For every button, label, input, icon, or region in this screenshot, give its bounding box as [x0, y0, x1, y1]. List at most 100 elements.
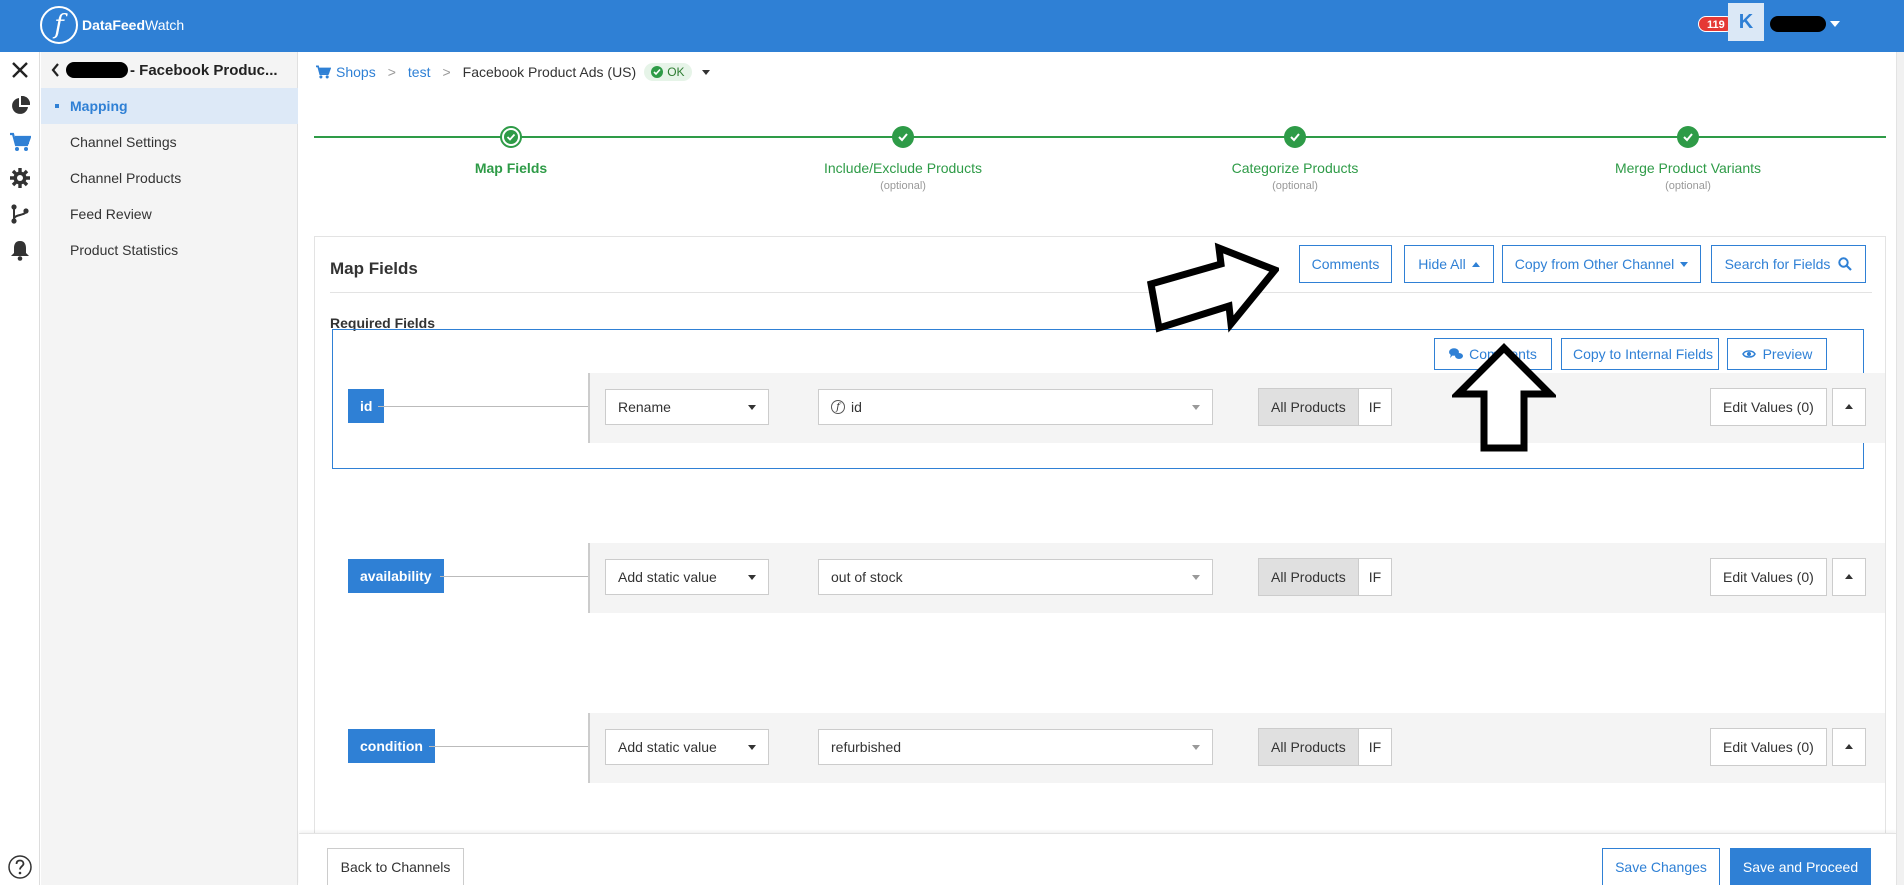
edit-values-button[interactable]: Edit Values (0): [1710, 558, 1827, 596]
sidebar-item-feed-review[interactable]: Feed Review: [41, 196, 298, 232]
method-select[interactable]: Rename: [605, 389, 769, 425]
sidebar-header[interactable]: - Facebook Produc...: [41, 52, 298, 88]
collapse-row-button[interactable]: [1832, 728, 1866, 766]
chevron-right-icon: >: [442, 64, 451, 80]
hide-all-button[interactable]: Hide All: [1404, 245, 1494, 283]
all-products-button[interactable]: All Products: [1258, 388, 1359, 426]
avatar[interactable]: K: [1728, 3, 1764, 41]
check-circle-icon: [651, 66, 664, 78]
edit-values-button[interactable]: Edit Values (0): [1710, 388, 1827, 426]
sidebar-title: - Facebook Produc...: [130, 61, 278, 79]
check-circle-icon: [892, 126, 914, 148]
method-select[interactable]: Add static value: [605, 729, 769, 765]
bottom-action-bar: Back to Channels Save Changes Save and P…: [299, 833, 1896, 885]
value-select[interactable]: out of stock: [818, 559, 1213, 595]
divider: [330, 292, 1872, 293]
cart-icon[interactable]: [8, 130, 32, 154]
caret-down-icon: [1192, 405, 1200, 410]
breadcrumb-shops[interactable]: Shops: [336, 64, 376, 80]
mapping-row: [588, 713, 1885, 783]
sidebar: - Facebook Produc... Mapping Channel Set…: [41, 52, 298, 885]
field-name-condition: condition: [348, 729, 435, 763]
all-products-button[interactable]: All Products: [1258, 558, 1359, 596]
caret-down-icon: [748, 575, 756, 580]
breadcrumb-channel: Facebook Product Ads (US): [462, 64, 637, 80]
check-circle-icon: [1284, 126, 1306, 148]
shop-name-redacted: [66, 62, 128, 78]
top-bar: f DataFeedWatch 119 K: [0, 0, 1904, 52]
all-products-button[interactable]: All Products: [1258, 728, 1359, 766]
step-include-exclude[interactable]: Include/Exclude Products (optional): [753, 126, 1053, 192]
user-menu-caret-icon[interactable]: [1830, 21, 1840, 27]
help-icon[interactable]: [8, 855, 32, 879]
save-and-proceed-button[interactable]: Save and Proceed: [1730, 848, 1871, 885]
back-to-channels-button[interactable]: Back to Channels: [327, 848, 464, 885]
save-changes-button[interactable]: Save Changes: [1602, 848, 1720, 885]
if-button[interactable]: IF: [1358, 558, 1393, 596]
copy-to-internal-button[interactable]: Copy to Internal Fields: [1561, 338, 1719, 370]
logo-mark: f: [40, 6, 78, 44]
value-select[interactable]: f id: [818, 389, 1213, 425]
annotation-arrow-right-icon: [1147, 242, 1279, 333]
collapse-row-button[interactable]: [1832, 558, 1866, 596]
sidebar-item-mapping[interactable]: Mapping: [41, 88, 298, 124]
search-fields-button[interactable]: Search for Fields: [1711, 245, 1866, 283]
caret-down-icon: [1680, 261, 1689, 267]
app-logo[interactable]: f DataFeedWatch: [40, 6, 184, 44]
check-circle-icon: [500, 126, 522, 148]
gear-icon[interactable]: [8, 166, 32, 190]
main-content: Shops > test > Facebook Product Ads (US)…: [299, 52, 1896, 856]
check-circle-icon: [1677, 126, 1699, 148]
eye-icon: [1741, 350, 1756, 358]
scope-toggle[interactable]: All Products IF: [1258, 388, 1393, 426]
chevron-right-icon: >: [387, 64, 396, 80]
status-badge: OK: [644, 63, 692, 81]
close-icon[interactable]: [8, 58, 32, 82]
bell-icon[interactable]: [8, 238, 32, 262]
copy-from-channel-button[interactable]: Copy from Other Channel: [1502, 245, 1701, 283]
page-scrollbar[interactable]: [1896, 52, 1904, 885]
sidebar-item-product-statistics[interactable]: Product Statistics: [41, 232, 298, 268]
breadcrumb: Shops > test > Facebook Product Ads (US)…: [315, 60, 710, 84]
value-select[interactable]: refurbished: [818, 729, 1213, 765]
icon-rail: [0, 52, 40, 885]
branch-icon[interactable]: [8, 202, 32, 226]
panel-title: Map Fields: [330, 259, 418, 278]
preview-button[interactable]: Preview: [1727, 338, 1827, 370]
edit-values-button[interactable]: Edit Values (0): [1710, 728, 1827, 766]
mapping-row: [588, 373, 1885, 443]
brand-name: DataFeedWatch: [82, 17, 185, 33]
user-name-redacted[interactable]: [1770, 16, 1826, 32]
search-icon: [1838, 257, 1853, 271]
step-merge-variants[interactable]: Merge Product Variants (optional): [1538, 126, 1838, 192]
if-button[interactable]: IF: [1358, 388, 1393, 426]
breadcrumb-shop[interactable]: test: [408, 64, 431, 80]
sidebar-item-channel-settings[interactable]: Channel Settings: [41, 124, 298, 160]
mapping-row: [588, 543, 1885, 613]
step-map-fields[interactable]: Map Fields: [361, 126, 661, 180]
cart-icon: [316, 65, 331, 79]
scope-toggle[interactable]: All Products IF: [1258, 728, 1393, 766]
if-button[interactable]: IF: [1358, 728, 1393, 766]
dashboard-pie-icon[interactable]: [8, 94, 32, 118]
scope-toggle[interactable]: All Products IF: [1258, 558, 1393, 596]
caret-down-icon: [748, 745, 756, 750]
annotation-arrow-up-icon: [1452, 343, 1556, 452]
caret-down-icon: [748, 405, 756, 410]
connector-line: [440, 576, 588, 577]
map-fields-panel: Map Fields Comments Hide All Copy from O…: [314, 236, 1886, 856]
caret-up-icon: [1471, 261, 1480, 267]
field-name-availability: availability: [348, 559, 444, 593]
caret-down-icon: [1192, 575, 1200, 580]
caret-down-icon: [1192, 745, 1200, 750]
collapse-row-button[interactable]: [1832, 388, 1866, 426]
connector-line: [378, 406, 588, 407]
back-chevron-icon[interactable]: [51, 63, 60, 77]
comments-button[interactable]: Comments: [1299, 245, 1392, 283]
connector-line: [429, 746, 588, 747]
sidebar-item-channel-products[interactable]: Channel Products: [41, 160, 298, 196]
channel-menu-caret-icon[interactable]: [701, 69, 710, 75]
function-icon: f: [831, 400, 845, 414]
method-select[interactable]: Add static value: [605, 559, 769, 595]
step-categorize[interactable]: Categorize Products (optional): [1145, 126, 1445, 192]
